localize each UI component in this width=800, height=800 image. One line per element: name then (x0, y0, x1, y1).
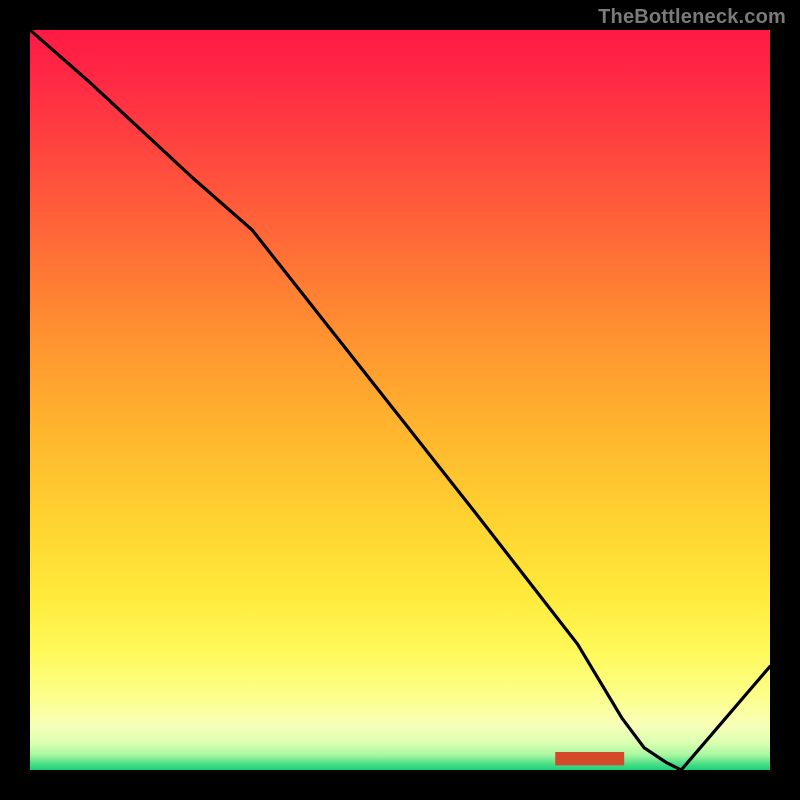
watermark-text: TheBottleneck.com (598, 6, 786, 29)
chart-curve (30, 30, 770, 770)
series-marker: ██████████ (555, 753, 623, 765)
chart-stage: TheBottleneck.com ██████████ (0, 0, 800, 800)
chart-svg (30, 30, 770, 770)
plot-area: ██████████ (30, 30, 770, 770)
